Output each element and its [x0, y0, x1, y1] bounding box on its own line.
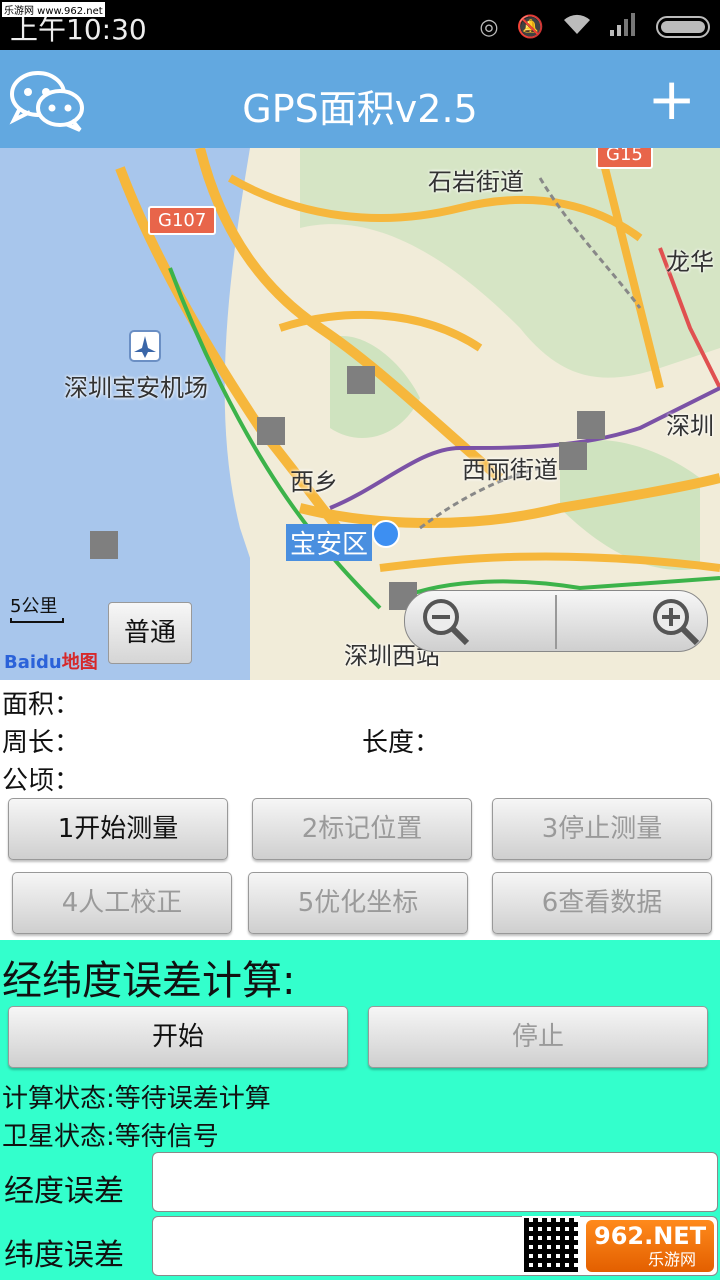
baidu-logo-du: du: [36, 652, 62, 673]
map-label-longhua: 龙华: [666, 248, 714, 276]
baidu-logo-text: Bai: [4, 652, 37, 673]
calc-status: 计算状态:等待误差计算: [2, 1084, 271, 1114]
zoom-separator: [555, 595, 557, 649]
zoom-control: [404, 590, 708, 652]
site-watermark: 乐游网 www.962.net: [2, 2, 105, 17]
baidu-logo-map: 地图: [61, 652, 98, 673]
map-marker: [577, 411, 605, 439]
status-icons: ◎ 🔕: [479, 12, 710, 42]
stop-measure-button[interactable]: 3停止测量: [492, 798, 712, 860]
perimeter-label: 周长：: [2, 728, 81, 758]
location-dot-icon: [372, 520, 400, 548]
map-label-xili: 西丽街道: [462, 456, 558, 484]
add-button[interactable]: +: [647, 64, 696, 134]
baidu-logo: Baidu地图: [4, 648, 98, 674]
lon-error-field[interactable]: [152, 1152, 718, 1212]
error-stop-button[interactable]: 停止: [368, 1006, 708, 1068]
lon-error-label: 经度误差: [4, 1174, 124, 1209]
hectare-label: 公顷：: [2, 766, 81, 796]
mark-position-button[interactable]: 2标记位置: [252, 798, 472, 860]
wifi-icon: [562, 12, 592, 42]
qr-code-icon: [522, 1216, 580, 1274]
map-scale: 5公里: [10, 596, 58, 617]
map-marker: [90, 531, 118, 559]
brand-logo: 962.NET 乐游网: [586, 1220, 714, 1272]
road-badge-g107: G107: [148, 206, 217, 235]
zoom-in-icon[interactable]: [649, 595, 701, 647]
status-bar: 上午10:30 乐游网 www.962.net ◎ 🔕: [0, 0, 720, 50]
lat-error-label: 纬度误差: [4, 1238, 124, 1273]
error-start-button[interactable]: 开始: [8, 1006, 348, 1068]
map-marker: [257, 417, 285, 445]
error-calc-heading: 经纬度误差计算:: [2, 958, 296, 1004]
satellite-status: 卫星状态:等待信号: [2, 1122, 219, 1152]
map-label-baoan: 宝安区: [286, 524, 373, 561]
map-marker: [559, 442, 587, 470]
manual-correct-button[interactable]: 4人工校正: [12, 872, 232, 934]
app-title: GPS面积v2.5: [242, 87, 478, 131]
start-measure-button[interactable]: 1开始测量: [8, 798, 228, 860]
area-label: 面积：: [2, 690, 81, 720]
mute-icon: 🔕: [516, 14, 544, 40]
map-marker: [347, 366, 375, 394]
sync-icon: ◎: [479, 14, 499, 40]
view-data-button[interactable]: 6查看数据: [492, 872, 712, 934]
site-watermark-logo: 962.NET 乐游网: [522, 1216, 716, 1276]
signal-icon: [610, 12, 638, 42]
length-label: 长度：: [362, 728, 441, 758]
map-label-shiyan: 石岩街道: [428, 168, 524, 196]
battery-icon: [656, 16, 710, 38]
map-view[interactable]: G107 G15 石岩街道 龙华 深圳宝安机场 深圳 西乡 西丽街道 深圳西站 …: [0, 148, 720, 680]
app-bar: GPS面积v2.5 +: [0, 50, 720, 148]
map-label-shenzhen: 深圳: [666, 412, 714, 440]
measure-panel: 面积： 周长： 长度： 公顷： 1开始测量 2标记位置 3停止测量 4人工校正 …: [0, 680, 720, 940]
map-scale-bar: [10, 618, 64, 623]
road-badge-g15: G15: [596, 148, 653, 169]
map-mode-button[interactable]: 普通: [108, 602, 192, 664]
map-label-xixiang: 西乡: [290, 468, 338, 496]
map-label-airport: 深圳宝安机场: [64, 374, 208, 402]
brand-sub: 乐游网: [648, 1250, 697, 1269]
optimize-coords-button[interactable]: 5优化坐标: [248, 872, 468, 934]
zoom-out-icon[interactable]: [419, 595, 471, 647]
